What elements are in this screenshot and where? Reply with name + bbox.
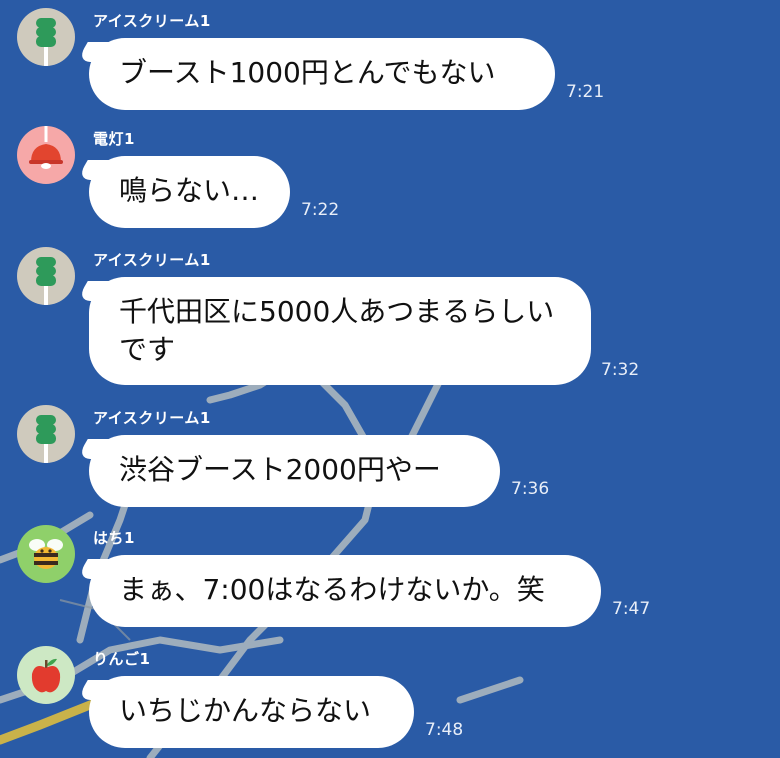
message-time: 7:36 bbox=[511, 479, 550, 499]
ice-cream-icon bbox=[17, 405, 75, 463]
sender-name: はち1 bbox=[93, 529, 135, 547]
avatar[interactable] bbox=[17, 646, 75, 704]
message-bubble[interactable]: 鳴らない… bbox=[89, 156, 290, 228]
avatar[interactable] bbox=[17, 247, 75, 305]
message-bubble[interactable]: ブースト1000円とんでもない bbox=[89, 38, 555, 110]
message-bubble[interactable]: いちじかんならない bbox=[89, 676, 414, 748]
sender-name: りんご1 bbox=[93, 650, 151, 668]
avatar[interactable] bbox=[17, 405, 75, 463]
sender-name: アイスクリーム1 bbox=[93, 12, 211, 30]
lamp-icon bbox=[17, 126, 75, 184]
apple-icon bbox=[17, 646, 75, 704]
bee-icon bbox=[17, 525, 75, 583]
message-time: 7:47 bbox=[612, 599, 651, 619]
sender-name: 電灯1 bbox=[93, 130, 135, 148]
message-time: 7:48 bbox=[425, 720, 464, 740]
message-bubble[interactable]: 渋谷ブースト2000円やー bbox=[89, 435, 500, 507]
ice-cream-icon bbox=[17, 247, 75, 305]
sender-name: アイスクリーム1 bbox=[93, 251, 211, 269]
message-bubble[interactable]: 千代田区に5000人あつまるらしいです bbox=[89, 277, 591, 385]
avatar[interactable] bbox=[17, 126, 75, 184]
message-time: 7:22 bbox=[301, 200, 340, 220]
sender-name: アイスクリーム1 bbox=[93, 409, 211, 427]
ice-cream-icon bbox=[17, 8, 75, 66]
message-bubble[interactable]: まぁ、7:00はなるわけないか。笑 bbox=[89, 555, 601, 627]
avatar[interactable] bbox=[17, 8, 75, 66]
message-time: 7:21 bbox=[566, 82, 605, 102]
message-time: 7:32 bbox=[601, 360, 640, 380]
avatar[interactable] bbox=[17, 525, 75, 583]
